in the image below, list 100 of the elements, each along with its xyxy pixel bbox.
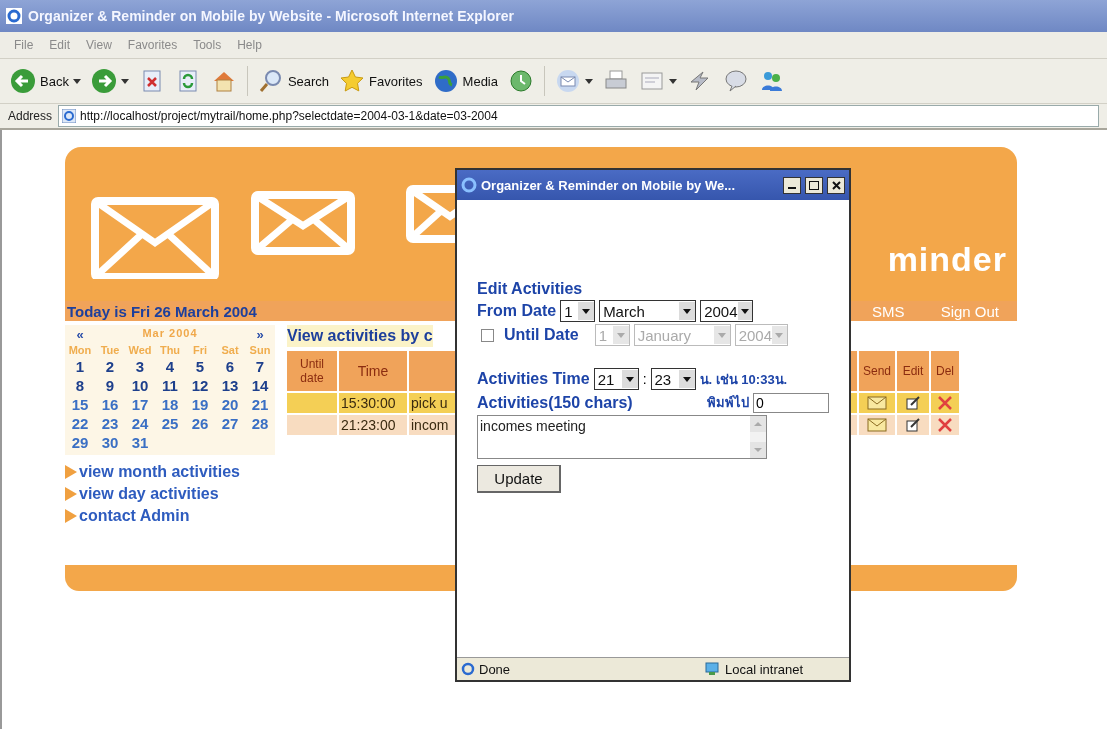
caret-icon bbox=[740, 308, 749, 314]
field-label: Activities(150 chars) bbox=[477, 393, 634, 412]
calendar-day[interactable]: 14 bbox=[245, 377, 275, 394]
triangle-icon bbox=[65, 509, 77, 523]
weekday-label: Thu bbox=[158, 344, 182, 356]
envelope-icon[interactable] bbox=[867, 396, 887, 410]
calendar-day[interactable]: 29 bbox=[65, 434, 95, 451]
calendar-day[interactable]: 27 bbox=[215, 415, 245, 432]
side-link[interactable]: contact Admin bbox=[79, 507, 190, 525]
field-label: From Date bbox=[477, 302, 557, 320]
zone-text: Local intranet bbox=[725, 661, 805, 677]
delete-icon[interactable] bbox=[938, 396, 952, 410]
weekday-label: Mon bbox=[67, 344, 93, 356]
calendar-day[interactable]: 10 bbox=[125, 377, 155, 394]
banner-title: minder bbox=[887, 240, 1007, 279]
maximize-button[interactable] bbox=[805, 176, 823, 194]
close-icon bbox=[831, 180, 841, 190]
caret-icon bbox=[582, 308, 591, 314]
search-icon bbox=[257, 68, 284, 94]
toolbar-button[interactable] bbox=[555, 68, 593, 94]
calendar-day[interactable]: 6 bbox=[215, 358, 245, 375]
calendar-day[interactable]: 12 bbox=[185, 377, 215, 394]
calendar-day[interactable]: 30 bbox=[95, 434, 125, 451]
calendar-day[interactable]: 8 bbox=[65, 377, 95, 394]
count-label: พิมพ์ไป bbox=[707, 394, 749, 412]
column-header: Del bbox=[931, 351, 959, 391]
calendar-day[interactable]: 24 bbox=[125, 415, 155, 432]
toolbar-button[interactable] bbox=[90, 68, 129, 94]
calendar-day[interactable]: 23 bbox=[95, 415, 125, 432]
close-button[interactable] bbox=[827, 176, 845, 194]
calendar-day[interactable]: 13 bbox=[215, 377, 245, 394]
side-link[interactable]: view day activities bbox=[79, 485, 219, 503]
delete-icon[interactable] bbox=[938, 418, 952, 432]
star-icon bbox=[339, 68, 366, 94]
envelope-icon[interactable] bbox=[867, 418, 887, 432]
calendar-day[interactable]: 17 bbox=[125, 396, 155, 413]
next-month-link[interactable]: » bbox=[245, 327, 275, 342]
calendar-day[interactable]: 20 bbox=[215, 396, 245, 413]
update-button[interactable]: Update bbox=[477, 465, 561, 493]
caret-icon bbox=[625, 376, 634, 382]
minimize-button[interactable] bbox=[783, 176, 801, 194]
calendar-day[interactable]: 5 bbox=[185, 358, 215, 375]
weekday-label: Tue bbox=[99, 344, 121, 356]
calendar-day[interactable]: 1 bbox=[65, 358, 95, 375]
toolbar-button[interactable]: Search bbox=[257, 68, 330, 94]
month-title: Mar 2004 bbox=[141, 327, 199, 341]
calendar-day[interactable]: 21 bbox=[245, 396, 275, 413]
toolbar-button[interactable]: Media bbox=[432, 68, 498, 94]
dropdown[interactable]: 2004 bbox=[700, 300, 754, 322]
triangle-icon bbox=[65, 465, 77, 479]
edit-icon[interactable] bbox=[906, 396, 920, 410]
table-cell: 15:30:00 bbox=[339, 393, 407, 413]
table-cell: 21:23:00 bbox=[339, 415, 407, 435]
column-header: Edit bbox=[897, 351, 929, 391]
calendar-day[interactable]: 15 bbox=[65, 396, 95, 413]
calendar-day[interactable]: 9 bbox=[95, 377, 125, 394]
dropdown[interactable]: March bbox=[599, 300, 697, 322]
calendar-day[interactable]: 16 bbox=[95, 396, 125, 413]
calendar-day[interactable]: 11 bbox=[155, 377, 185, 394]
scroll-up-icon bbox=[750, 416, 766, 432]
caret-icon bbox=[683, 308, 692, 314]
calendar-day[interactable]: 31 bbox=[125, 434, 155, 451]
calendar-day[interactable]: 19 bbox=[185, 396, 215, 413]
checkbox[interactable] bbox=[481, 328, 494, 342]
calendar-day[interactable]: 7 bbox=[245, 358, 275, 375]
calendar-day[interactable]: 2 bbox=[95, 358, 125, 375]
toolbar-button[interactable] bbox=[723, 68, 749, 94]
address-field[interactable]: http://localhost/project/mytrail/home.php?selectdate=2004-03-1&date=03-2004 bbox=[58, 105, 1099, 127]
time-hint: น. เช่น 10:33น. bbox=[699, 370, 788, 389]
dropdown[interactable]: 23 bbox=[650, 368, 696, 390]
toolbar-button[interactable]: Favorites bbox=[339, 68, 423, 94]
previous-month-link[interactable]: « bbox=[65, 327, 95, 342]
activities-title: View activities by c bbox=[287, 325, 433, 347]
toolbar-button[interactable]: Back bbox=[10, 68, 81, 94]
popup-title: Organizer & Reminder on Mobile by We... bbox=[481, 177, 737, 193]
calendar-day[interactable]: 26 bbox=[185, 415, 215, 432]
calendar-day[interactable]: 3 bbox=[125, 358, 155, 375]
calendar-day[interactable]: 22 bbox=[65, 415, 95, 432]
weekday-label: Sun bbox=[248, 344, 272, 356]
calendar-day[interactable]: 4 bbox=[155, 358, 185, 375]
count-field[interactable]: 0 bbox=[753, 392, 829, 413]
scroll-down-icon bbox=[750, 442, 766, 458]
maximize-icon bbox=[809, 180, 819, 190]
triangle-icon bbox=[65, 487, 77, 501]
calendar-day[interactable]: 25 bbox=[155, 415, 185, 432]
edit-icon[interactable] bbox=[906, 418, 920, 432]
status-text: Done bbox=[479, 661, 512, 677]
caret-icon bbox=[616, 332, 625, 338]
caret-icon bbox=[775, 332, 784, 338]
column-header: Time bbox=[339, 351, 407, 391]
calendar-day[interactable]: 28 bbox=[245, 415, 275, 432]
side-link[interactable]: view month activities bbox=[79, 463, 240, 481]
calendar-day[interactable]: 18 bbox=[155, 396, 185, 413]
today-text: Today is Fri 26 March 2004 bbox=[67, 302, 257, 320]
speech-bubble-icon bbox=[723, 68, 749, 94]
globe-icon bbox=[432, 68, 459, 94]
time-separator: : bbox=[642, 371, 647, 387]
dropdown[interactable]: 21 bbox=[593, 368, 639, 390]
dropdown[interactable]: 1 bbox=[560, 300, 596, 322]
activity-text-area[interactable]: incomes meeting bbox=[477, 415, 767, 459]
